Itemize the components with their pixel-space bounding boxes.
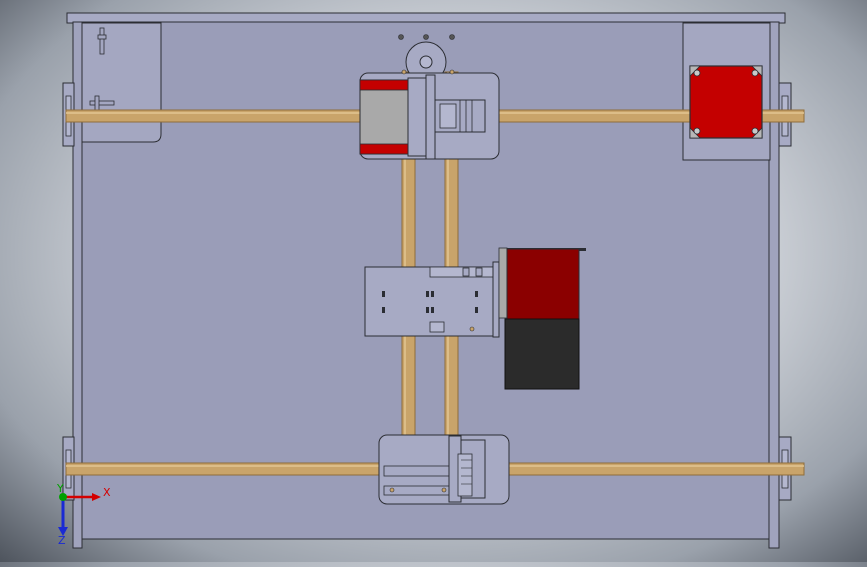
triad-y-label: Y	[56, 482, 64, 495]
top-left-corner-bracket[interactable]	[81, 22, 162, 143]
extruder-stepper-motor[interactable]	[498, 247, 586, 390]
triad-z-label: Z	[58, 534, 66, 547]
triad-x-label: X	[103, 486, 111, 499]
bottom-x-carriage[interactable]	[378, 434, 510, 505]
print-head-carriage[interactable]	[364, 261, 500, 338]
model-viewport[interactable]: X Y Z	[0, 0, 867, 562]
stepper-motor-top-right[interactable]	[689, 65, 763, 139]
top-x-carriage[interactable]	[359, 69, 500, 160]
cad-drawing: X Y Z	[56, 12, 805, 549]
